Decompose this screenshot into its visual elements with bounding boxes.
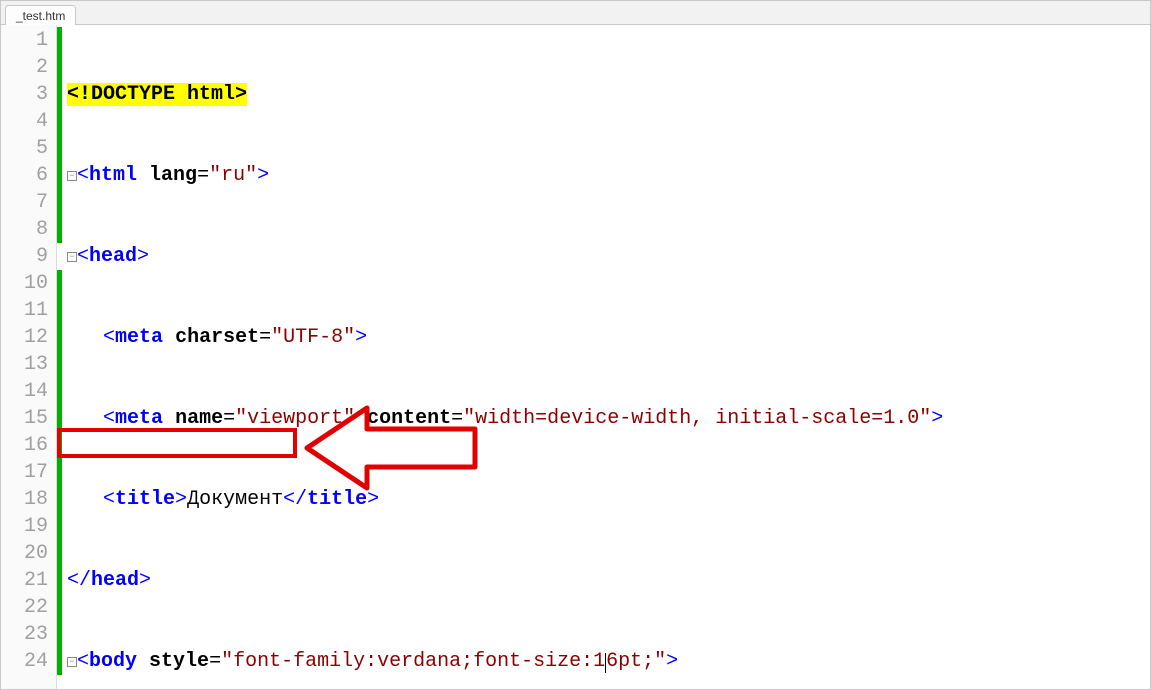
code-line[interactable]: −<head> [67, 243, 1150, 270]
fold-minus-icon[interactable]: − [67, 252, 77, 262]
modified-marker [57, 270, 62, 675]
code-area: 1 2 3 4 5 6 7 8 9 10 11 12 13 14 15 16 1… [1, 25, 1150, 689]
line-number[interactable]: 23 [1, 621, 48, 648]
line-number[interactable]: 12 [1, 324, 48, 351]
highlight-box [57, 428, 297, 458]
line-number[interactable]: 5 [1, 135, 48, 162]
change-marker-column [57, 25, 67, 689]
code-line[interactable]: −<body style="font-family:verdana;font-s… [67, 648, 1150, 675]
line-number[interactable]: 22 [1, 594, 48, 621]
line-number[interactable]: 10 [1, 270, 48, 297]
line-number[interactable]: 15 [1, 405, 48, 432]
line-number[interactable]: 13 [1, 351, 48, 378]
editor-window: _test.htm 1 2 3 4 5 6 7 8 9 10 11 12 13 … [0, 0, 1151, 690]
line-number[interactable]: 17 [1, 459, 48, 486]
line-number[interactable]: 18 [1, 486, 48, 513]
file-tab[interactable]: _test.htm [5, 5, 76, 25]
line-number[interactable]: 21 [1, 567, 48, 594]
line-number[interactable]: 7 [1, 189, 48, 216]
line-number[interactable]: 4 [1, 108, 48, 135]
line-number[interactable]: 20 [1, 540, 48, 567]
tab-bar: _test.htm [1, 1, 1150, 25]
line-number[interactable]: 24 [1, 648, 48, 675]
line-number-gutter: 1 2 3 4 5 6 7 8 9 10 11 12 13 14 15 16 1… [1, 25, 57, 689]
line-number[interactable]: 8 [1, 216, 48, 243]
code-line[interactable]: −<html lang="ru"> [67, 162, 1150, 189]
line-number[interactable]: 14 [1, 378, 48, 405]
line-number[interactable]: 6 [1, 162, 48, 189]
modified-marker [57, 27, 62, 243]
fold-minus-icon[interactable]: − [67, 657, 77, 667]
line-number[interactable]: 2 [1, 54, 48, 81]
code-line[interactable]: <meta name="viewport" content="width=dev… [67, 405, 1150, 432]
code-text-area[interactable]: <!DOCTYPE html> −<html lang="ru"> −<head… [67, 25, 1150, 689]
line-number[interactable]: 11 [1, 297, 48, 324]
code-line[interactable]: </head> [67, 567, 1150, 594]
line-number[interactable]: 9 [1, 243, 48, 270]
code-line[interactable]: <!DOCTYPE html> [67, 81, 1150, 108]
line-number[interactable]: 1 [1, 27, 48, 54]
code-line[interactable]: <title>Документ</title> [67, 486, 1150, 513]
line-number[interactable]: 19 [1, 513, 48, 540]
code-line[interactable]: <meta charset="UTF-8"> [67, 324, 1150, 351]
line-number[interactable]: 16 [1, 432, 48, 459]
line-number[interactable]: 3 [1, 81, 48, 108]
annotation-layer [67, 25, 163, 133]
fold-minus-icon[interactable]: − [67, 171, 77, 181]
